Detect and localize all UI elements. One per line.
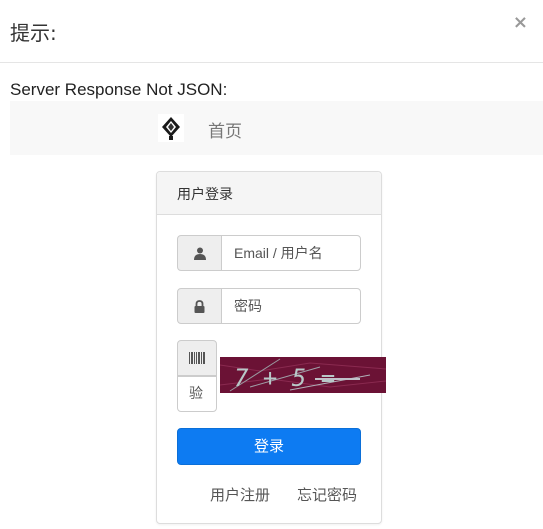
- dialog-header: 提示: ×: [0, 0, 543, 63]
- dialog-title: 提示:: [10, 21, 57, 45]
- captcha-input[interactable]: [177, 376, 217, 412]
- user-icon: [177, 235, 222, 271]
- lock-icon: [177, 288, 222, 324]
- username-group: [177, 235, 361, 271]
- error-message: Server Response Not JSON:: [10, 80, 228, 99]
- login-button[interactable]: 登录: [177, 428, 361, 465]
- close-button[interactable]: ×: [513, 12, 528, 33]
- login-panel: 用户登录 Email / 用户名 验 7 + 5 = 登录 用户注册 忘记密码: [156, 171, 387, 524]
- forgot-password-link[interactable]: 忘记密码: [297, 484, 357, 505]
- captcha-text: 7 + 5 =: [234, 364, 335, 392]
- nav-home-link[interactable]: 首页: [208, 117, 242, 142]
- barcode-icon: [177, 340, 217, 376]
- login-panel-heading: 用户登录: [157, 172, 381, 215]
- site-logo[interactable]: [158, 114, 184, 142]
- password-input[interactable]: [221, 288, 361, 324]
- register-link[interactable]: 用户注册: [210, 484, 270, 505]
- captcha-image[interactable]: 7 + 5 =: [219, 357, 387, 393]
- password-group: [177, 288, 361, 324]
- navbar: 首页: [10, 101, 543, 155]
- username-input[interactable]: [221, 235, 361, 271]
